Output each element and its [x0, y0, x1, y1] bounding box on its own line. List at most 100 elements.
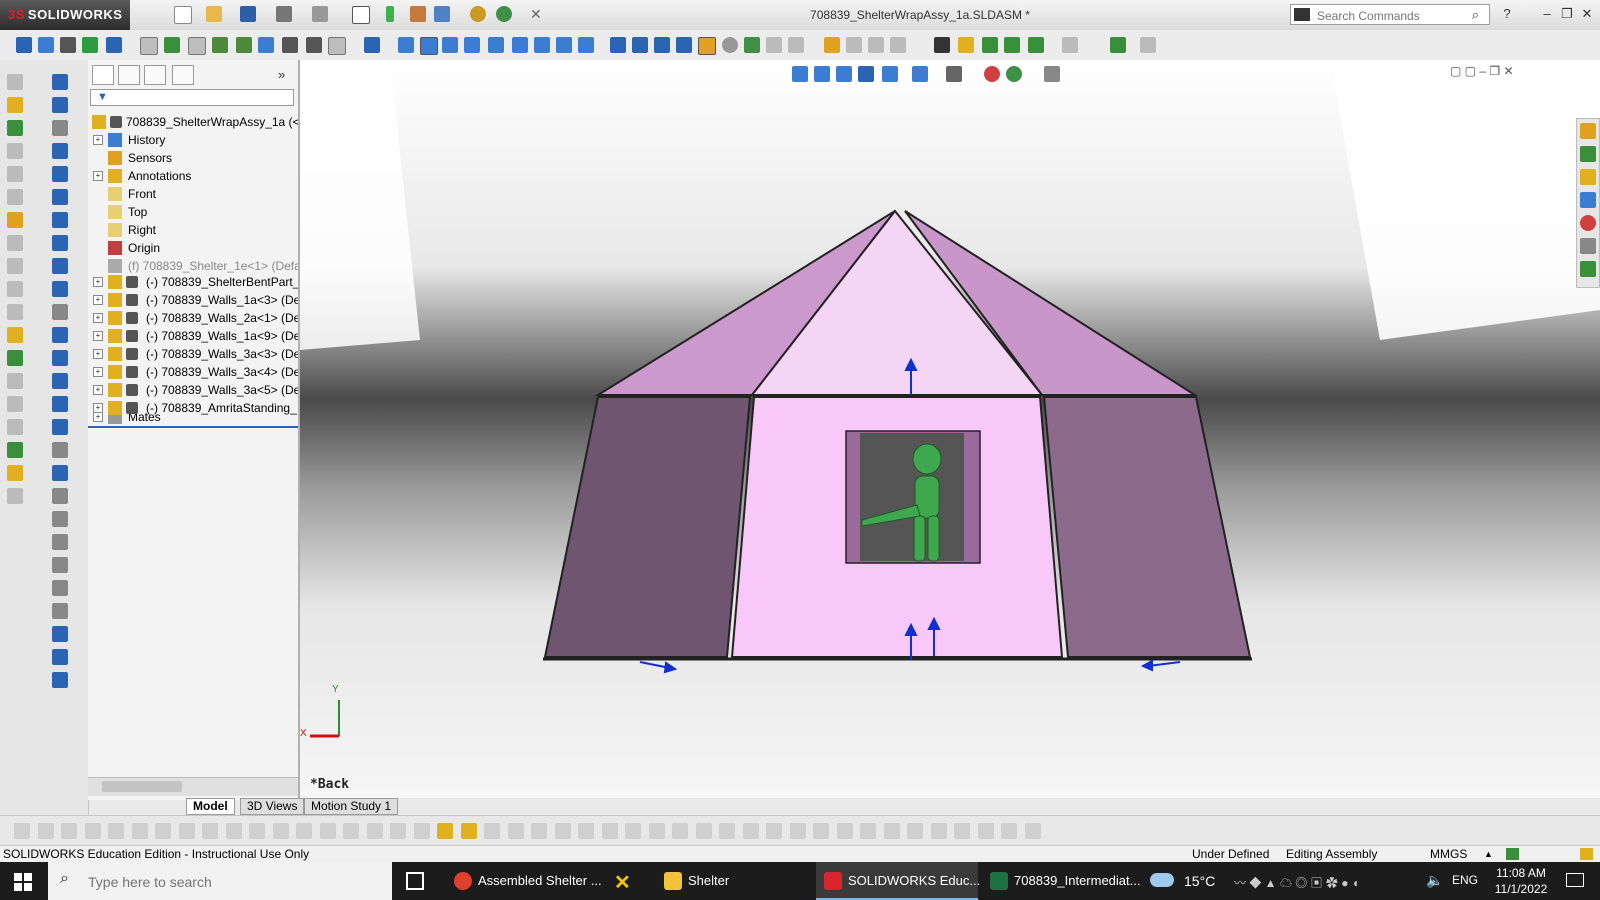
sketch-tool-icon[interactable] — [52, 442, 68, 458]
pinned-app-icon[interactable]: ✕ — [614, 870, 631, 895]
expand-toggle[interactable]: + — [93, 277, 103, 287]
options-icon[interactable] — [434, 6, 450, 22]
view-right-icon[interactable] — [464, 37, 480, 53]
tree-horizontal-scrollbar[interactable] — [88, 777, 298, 796]
help-status-icon[interactable] — [1506, 848, 1519, 860]
bottom-tool-icon[interactable] — [178, 823, 195, 839]
sketch-tool-icon[interactable] — [52, 304, 68, 320]
bottom-tool-icon[interactable] — [437, 823, 453, 839]
sketch-tool-icon[interactable] — [52, 626, 68, 642]
tab-3d-views[interactable]: 3D Views — [240, 798, 305, 815]
bill-of-materials-icon[interactable] — [1110, 37, 1126, 53]
expand-toggle[interactable]: + — [93, 367, 103, 377]
bottom-tool-icon[interactable] — [484, 823, 500, 839]
assembly-features-icon[interactable] — [868, 37, 884, 53]
command-icon[interactable] — [7, 212, 23, 228]
sketch-tool-icon[interactable] — [52, 557, 68, 573]
tree-item[interactable]: Front — [88, 185, 298, 203]
display-style-hud-icon[interactable] — [946, 66, 962, 82]
command-icon[interactable] — [7, 350, 23, 366]
tree-component[interactable]: + (-) 708839_Walls_1a<9> (Def — [88, 327, 298, 345]
bottom-tool-icon[interactable] — [625, 823, 641, 839]
viewport-window-controls[interactable]: ▢ ▢ – ❐ ✕ — [1450, 64, 1514, 78]
tab-model[interactable]: Model — [186, 798, 235, 815]
file-properties-icon[interactable] — [410, 6, 426, 22]
close-window-button[interactable]: ✕ — [1578, 6, 1596, 22]
command-icon[interactable] — [7, 327, 23, 343]
view-settings-icon[interactable] — [328, 37, 346, 55]
save-icon[interactable] — [240, 6, 256, 22]
bottom-tool-icon[interactable] — [1024, 823, 1041, 839]
smart-fasteners-icon[interactable] — [106, 37, 122, 53]
bottom-tool-icon[interactable] — [249, 823, 265, 839]
pan-icon[interactable] — [654, 37, 670, 53]
render-tools-icon[interactable] — [496, 6, 512, 22]
tree-root-assembly[interactable]: 708839_ShelterWrapAssy_1a (<D — [88, 113, 298, 131]
sketch-tool-icon[interactable] — [52, 534, 68, 550]
interference-detection-icon[interactable] — [958, 37, 974, 53]
command-icon[interactable] — [7, 74, 23, 90]
normal-to-icon[interactable] — [364, 37, 380, 53]
bottom-tool-icon[interactable] — [37, 823, 54, 839]
volume-icon[interactable]: 🔈 — [1426, 872, 1443, 889]
bottom-tool-icon[interactable] — [507, 823, 524, 839]
sketch-tool-icon[interactable] — [52, 97, 68, 113]
tree-component[interactable]: + (-) 708839_Walls_2a<1> (Def — [88, 309, 298, 327]
sketch-tool-icon[interactable] — [52, 396, 68, 412]
hole-alignment-icon[interactable] — [1004, 37, 1020, 53]
rebuild-traffic-light-icon[interactable] — [386, 6, 394, 22]
sketch-tool-icon[interactable] — [52, 189, 68, 205]
sketch-tool-icon[interactable] — [52, 649, 68, 665]
sketch-tool-icon[interactable] — [52, 212, 68, 228]
feature-tree-tab[interactable] — [92, 65, 114, 85]
forum-icon[interactable] — [1580, 261, 1596, 277]
insert-component-icon[interactable] — [16, 37, 32, 53]
measure-icon[interactable] — [934, 37, 950, 53]
expand-toggle[interactable]: + — [93, 403, 103, 413]
sketch-tool-icon[interactable] — [52, 373, 68, 389]
expand-toggle[interactable]: + — [93, 295, 103, 305]
bottom-tool-icon[interactable] — [225, 823, 242, 839]
bottom-tool-icon[interactable] — [578, 823, 594, 839]
bottom-tool-icon[interactable] — [84, 823, 101, 839]
expand-toggle[interactable]: + — [93, 385, 103, 395]
bottom-tool-icon[interactable] — [366, 823, 383, 839]
command-icon[interactable] — [7, 465, 23, 481]
tree-component[interactable]: + (-) 708839_ShelterBentPart_2 — [88, 273, 298, 291]
view-front-icon[interactable] — [398, 37, 414, 53]
task-view-icon[interactable] — [406, 872, 424, 890]
bottom-tool-icon[interactable] — [14, 823, 30, 839]
bottom-tool-icon[interactable] — [766, 823, 782, 839]
bottom-tool-icon[interactable] — [648, 823, 665, 839]
solidworks-resources-icon[interactable] — [1580, 123, 1596, 139]
bottom-tool-icon[interactable] — [601, 823, 618, 839]
appearance-sphere-icon[interactable] — [470, 6, 486, 22]
tree-component[interactable]: + (-) 708839_Walls_3a<3> (Def — [88, 345, 298, 363]
snap-icon[interactable] — [140, 37, 158, 55]
view-orientation-icon[interactable] — [912, 66, 928, 82]
view-settings-hud-icon[interactable] — [1044, 66, 1060, 82]
dimetric-icon[interactable] — [578, 37, 594, 53]
motion-study-icon[interactable] — [1062, 37, 1078, 53]
command-icon[interactable] — [7, 235, 23, 251]
tree-component[interactable]: + (-) 708839_Walls_3a<4> (Def — [88, 363, 298, 381]
open-folder-icon[interactable] — [206, 6, 222, 22]
command-icon[interactable] — [7, 396, 23, 412]
sketch-pattern-icon[interactable] — [236, 37, 252, 53]
tree-item[interactable]: + History — [88, 131, 298, 149]
bottom-tool-icon[interactable] — [672, 823, 688, 839]
tree-item[interactable]: Right — [88, 221, 298, 239]
exploded-view-icon[interactable] — [824, 37, 840, 53]
section-view-icon[interactable] — [610, 37, 626, 53]
taskbar-app-chrome[interactable]: Assembled Shelter ... — [446, 862, 602, 900]
instant3d-icon[interactable] — [846, 37, 862, 53]
tree-component[interactable]: + (-) 708839_Walls_3a<5> (Def — [88, 381, 298, 399]
command-icon[interactable] — [7, 488, 23, 504]
shaded-icon[interactable] — [698, 37, 716, 55]
command-icon[interactable] — [7, 143, 23, 159]
search-commands-input[interactable] — [1315, 7, 1459, 24]
property-manager-tab[interactable] — [118, 65, 140, 85]
bottom-tool-icon[interactable] — [108, 823, 124, 839]
taskbar-app-excel[interactable]: 708839_Intermediat... — [982, 862, 1140, 900]
clearance-icon[interactable] — [982, 37, 998, 53]
